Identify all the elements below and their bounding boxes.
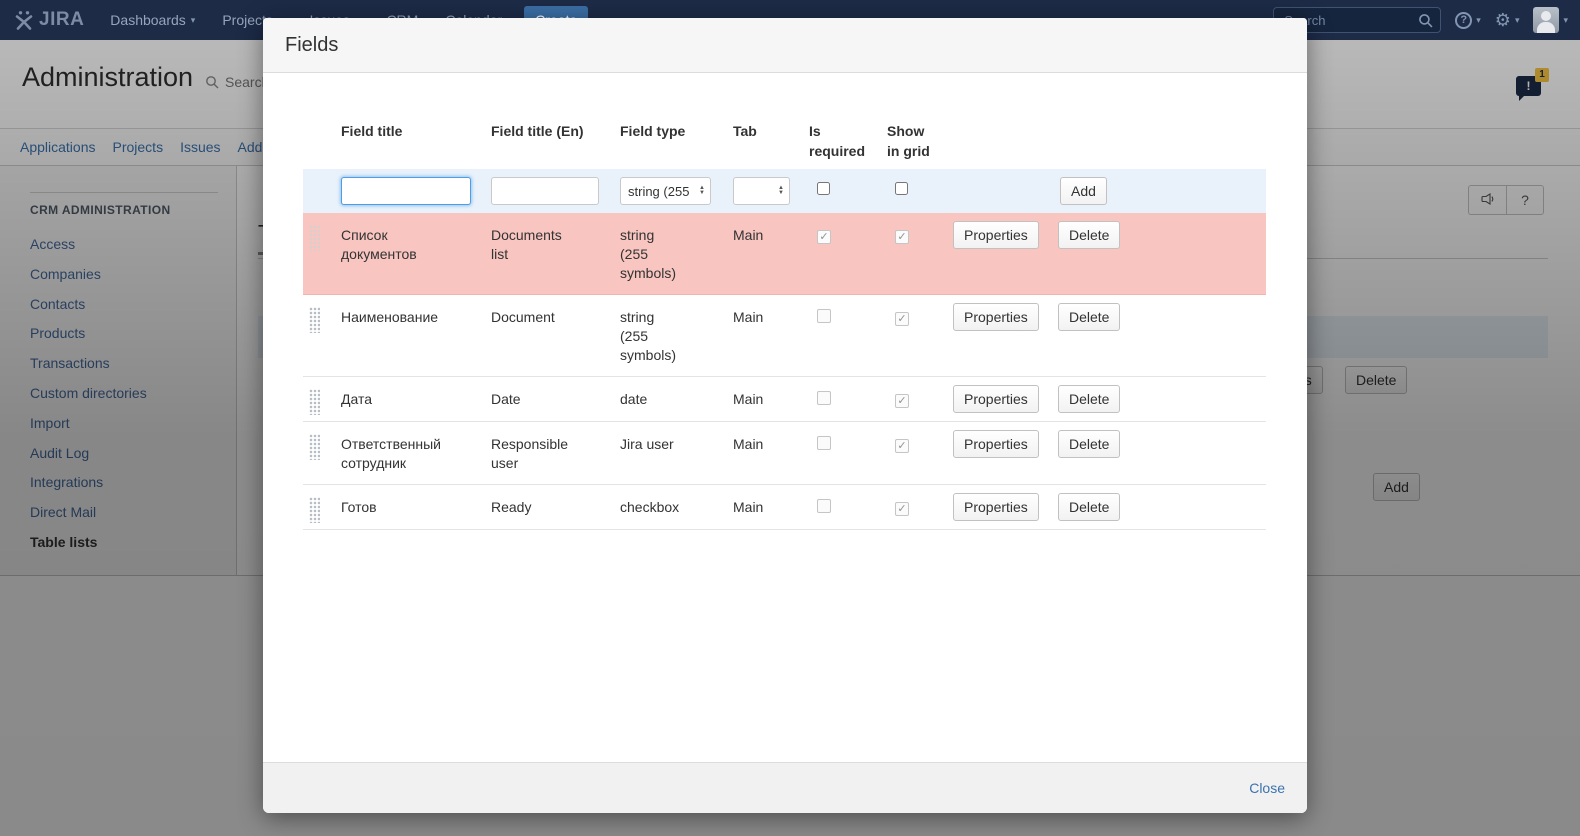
avatar <box>1533 7 1559 33</box>
fields-dialog: Fields Field titleField title (En)Field … <box>263 18 1307 813</box>
grid-checkbox <box>895 394 909 408</box>
select-arrows-icon: ▲▼ <box>699 186 705 196</box>
drag-handle-icon[interactable] <box>309 389 320 415</box>
cell-tab: Main <box>733 485 809 528</box>
cell-type: checkbox <box>620 485 733 528</box>
nav-item-label: Dashboards <box>110 12 186 28</box>
nav-right: ? ▾ ⚙ ▾ ▾ <box>1273 0 1568 40</box>
close-button[interactable]: Close <box>1249 780 1285 796</box>
chevron-down-icon: ▾ <box>1476 15 1481 26</box>
table-row: Список документовDocuments liststring (2… <box>303 213 1266 295</box>
delete-button[interactable]: Delete <box>1058 430 1120 458</box>
required-checkbox <box>817 230 831 244</box>
help-icon: ? <box>1455 12 1472 29</box>
cell-en: Documents list <box>491 213 620 275</box>
cell-title: Ответственный сотрудник <box>341 422 491 484</box>
cell-en: Responsible user <box>491 422 620 484</box>
required-checkbox <box>817 391 831 405</box>
properties-button[interactable]: Properties <box>953 493 1039 521</box>
cell-title: Дата <box>341 377 491 420</box>
delete-button[interactable]: Delete <box>1058 221 1120 249</box>
drag-handle-icon[interactable] <box>309 307 320 333</box>
grid-checkbox <box>895 439 909 453</box>
table-row: Ответственный сотрудникResponsible userJ… <box>303 422 1266 485</box>
cell-tab: Main <box>733 295 809 338</box>
nav-item-dashboards[interactable]: Dashboards ▾ <box>110 12 195 28</box>
dialog-title: Fields <box>285 34 338 57</box>
cell-en: Date <box>491 377 620 420</box>
field-title-input[interactable] <box>341 177 471 205</box>
help-menu[interactable]: ? ▾ <box>1455 12 1481 29</box>
properties-button[interactable]: Properties <box>953 430 1039 458</box>
delete-button[interactable]: Delete <box>1058 303 1120 331</box>
tab-select[interactable]: ▲▼ <box>733 177 790 205</box>
gear-icon: ⚙ <box>1495 11 1511 29</box>
add-field-button[interactable]: Add <box>1060 177 1107 205</box>
chevron-down-icon: ▾ <box>1515 15 1520 26</box>
properties-button[interactable]: Properties <box>953 221 1039 249</box>
cell-tab: Main <box>733 377 809 420</box>
drag-handle-icon[interactable] <box>309 434 320 460</box>
cell-type: string (255 symbols) <box>620 295 733 376</box>
table-row: НаименованиеDocumentstring (255 symbols)… <box>303 295 1266 377</box>
drag-handle-icon[interactable] <box>309 225 320 251</box>
grid-checkbox <box>895 502 909 516</box>
cell-type: string (255 symbols) <box>620 213 733 294</box>
cell-tab: Main <box>733 422 809 465</box>
delete-button[interactable]: Delete <box>1058 493 1120 521</box>
cell-type: date <box>620 377 733 420</box>
table-row: ДатаDatedateMain Properties Delete <box>303 377 1266 422</box>
jira-logo[interactable]: JIRA <box>14 9 84 31</box>
grid-checkbox <box>895 230 909 244</box>
cell-title: Готов <box>341 485 491 528</box>
fields-dialog-header: Fields <box>263 18 1307 73</box>
column-header: Field title <box>341 121 491 141</box>
cell-title: Список документов <box>341 213 491 275</box>
cell-en: Document <box>491 295 620 338</box>
delete-button[interactable]: Delete <box>1058 385 1120 413</box>
grid-checkbox <box>895 312 909 326</box>
cell-title: Наименование <box>341 295 491 338</box>
cell-tab: Main <box>733 213 809 256</box>
field-title-en-input[interactable] <box>491 177 599 205</box>
chevron-down-icon: ▾ <box>191 15 196 26</box>
field-type-select[interactable]: string (255▲▼ <box>620 177 711 205</box>
required-checkbox <box>817 309 831 323</box>
properties-button[interactable]: Properties <box>953 385 1039 413</box>
jira-logo-text: JIRA <box>39 9 84 31</box>
select-arrows-icon: ▲▼ <box>778 186 784 196</box>
cell-en: Ready <box>491 485 620 528</box>
settings-menu[interactable]: ⚙ ▾ <box>1495 11 1520 29</box>
column-header: Show in grid <box>887 121 953 161</box>
fields-table-header: Field titleField title (En)Field typeTab… <box>303 121 1266 169</box>
column-header: Tab <box>733 121 809 141</box>
column-header: Field type <box>620 121 733 141</box>
user-menu[interactable]: ▾ <box>1533 7 1568 33</box>
drag-handle-icon[interactable] <box>309 497 320 523</box>
chevron-down-icon: ▾ <box>1563 15 1568 26</box>
column-header: Field title (En) <box>491 121 620 141</box>
required-checkbox <box>817 499 831 513</box>
search-icon <box>1418 13 1433 28</box>
show-in-grid-checkbox[interactable] <box>895 182 908 195</box>
properties-button[interactable]: Properties <box>953 303 1039 331</box>
required-checkbox <box>817 436 831 450</box>
fields-dialog-body: Field titleField title (En)Field typeTab… <box>263 74 1307 762</box>
fields-add-row: string (255▲▼ ▲▼ Add <box>303 169 1266 213</box>
column-header: Is required <box>809 121 887 161</box>
cell-type: Jira user <box>620 422 733 465</box>
jira-logo-icon <box>14 10 34 30</box>
fields-dialog-footer: Close <box>263 762 1307 813</box>
table-row: ГотовReadycheckboxMain Properties Delete <box>303 485 1266 530</box>
is-required-checkbox[interactable] <box>817 182 830 195</box>
fields-table-rows: Список документовDocuments liststring (2… <box>303 213 1266 530</box>
